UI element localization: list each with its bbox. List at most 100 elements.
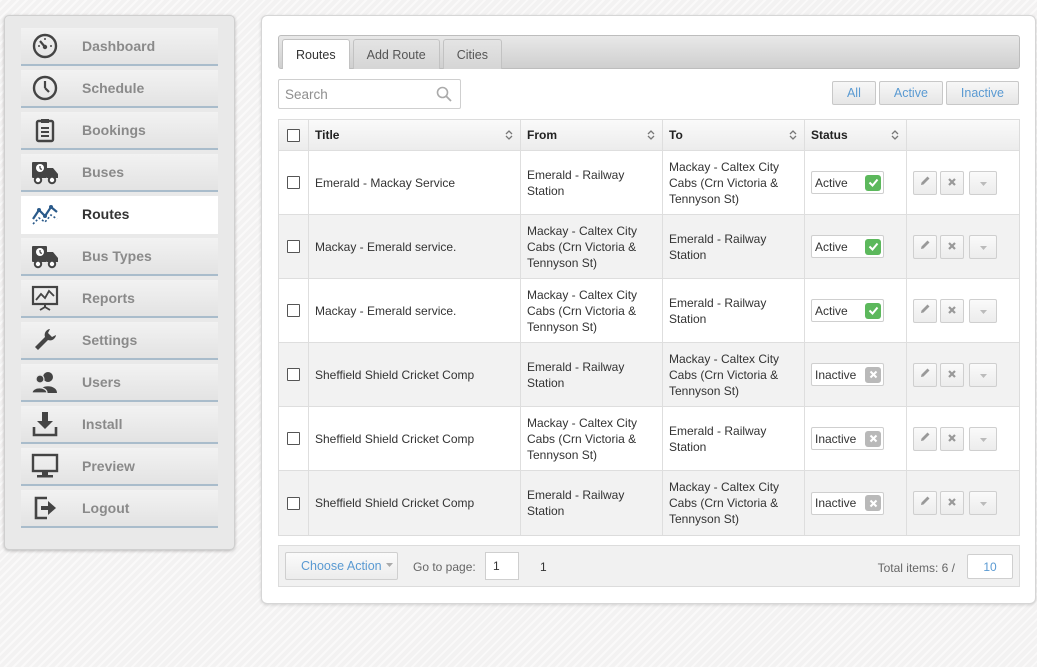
delete-button[interactable] bbox=[940, 170, 964, 195]
table-row: Emerald - Mackay Service Emerald - Railwa… bbox=[279, 151, 1019, 215]
page-link[interactable]: 1 bbox=[540, 560, 547, 574]
from-cell: Emerald - Railway Station bbox=[521, 151, 663, 214]
close-icon bbox=[865, 430, 881, 447]
row-select-cell bbox=[279, 151, 309, 214]
from-cell: Emerald - Railway Station bbox=[521, 471, 663, 535]
row-menu-button[interactable] bbox=[969, 170, 997, 195]
status-toggle[interactable]: Inactive bbox=[811, 427, 884, 450]
sidebar-item-logout[interactable]: Logout bbox=[21, 490, 218, 528]
search-icon[interactable] bbox=[436, 86, 452, 105]
delete-button[interactable] bbox=[940, 362, 964, 387]
delete-button[interactable] bbox=[940, 298, 964, 323]
delete-button[interactable] bbox=[940, 426, 964, 451]
pencil-icon bbox=[919, 175, 931, 191]
tab-cities[interactable]: Cities bbox=[442, 39, 502, 69]
column-header-title[interactable]: Title bbox=[309, 120, 521, 150]
edit-button[interactable] bbox=[913, 362, 937, 387]
actions-cell bbox=[907, 471, 1019, 535]
delete-button[interactable] bbox=[940, 234, 964, 259]
route-from: Mackay - Caltex City Cabs (Crn Victoria … bbox=[527, 415, 638, 462]
row-checkbox[interactable] bbox=[287, 176, 300, 189]
sidebar-item-routes[interactable]: Routes bbox=[21, 196, 218, 234]
title-cell: Sheffield Shield Cricket Comp bbox=[309, 407, 521, 470]
status-toggle[interactable]: Active bbox=[811, 299, 884, 322]
sidebar-item-label: Preview bbox=[82, 458, 135, 474]
choose-action-button[interactable]: Choose Action bbox=[285, 552, 398, 580]
sidebar-item-settings[interactable]: Settings bbox=[21, 322, 218, 360]
per-page-button[interactable]: 10 bbox=[967, 554, 1013, 579]
caret-down-icon bbox=[979, 367, 987, 383]
row-menu-button[interactable] bbox=[969, 234, 997, 259]
row-select-cell bbox=[279, 343, 309, 406]
sidebar-item-schedule[interactable]: Schedule bbox=[21, 70, 218, 108]
column-header-to[interactable]: To bbox=[663, 120, 805, 150]
status-toggle[interactable]: Active bbox=[811, 171, 884, 194]
filter-active-button[interactable]: Active bbox=[878, 81, 943, 105]
sidebar-item-label: Reports bbox=[82, 290, 135, 306]
search-box bbox=[278, 79, 461, 109]
sidebar-item-buses[interactable]: Buses bbox=[21, 154, 218, 192]
status-toggle[interactable]: Inactive bbox=[811, 491, 884, 515]
sidebar-item-reports[interactable]: Reports bbox=[21, 280, 218, 318]
row-checkbox[interactable] bbox=[287, 496, 300, 510]
sidebar-item-users[interactable]: Users bbox=[21, 364, 218, 402]
caret-down-icon bbox=[979, 175, 987, 191]
sidebar-item-bus-types[interactable]: Bus Types bbox=[21, 238, 218, 276]
sidebar-item-install[interactable]: Install bbox=[21, 406, 218, 444]
status-label: Inactive bbox=[815, 367, 857, 382]
sort-icon[interactable] bbox=[647, 129, 655, 144]
table-body: Emerald - Mackay Service Emerald - Railwa… bbox=[279, 151, 1019, 535]
sort-icon[interactable] bbox=[789, 129, 797, 144]
actions-cell bbox=[907, 407, 1019, 470]
row-checkbox[interactable] bbox=[287, 432, 300, 445]
pencil-icon bbox=[919, 431, 931, 447]
sort-icon[interactable] bbox=[505, 129, 513, 144]
edit-button[interactable] bbox=[913, 426, 937, 451]
to-cell: Mackay - Caltex City Cabs (Crn Victoria … bbox=[663, 151, 805, 214]
sidebar-item-preview[interactable]: Preview bbox=[21, 448, 218, 486]
sidebar-item-bookings[interactable]: Bookings bbox=[21, 112, 218, 150]
row-select-cell bbox=[279, 215, 309, 278]
row-checkbox[interactable] bbox=[287, 368, 300, 381]
actions-cell bbox=[907, 343, 1019, 406]
column-header-from[interactable]: From bbox=[521, 120, 663, 150]
routes-table: Title From To Status Emerald - Mackay Se… bbox=[278, 119, 1020, 536]
table-row: Mackay - Emerald service. Mackay - Caltex… bbox=[279, 215, 1019, 279]
monitor-icon bbox=[31, 452, 59, 480]
table-row: Sheffield Shield Cricket Comp Emerald - R… bbox=[279, 471, 1019, 535]
title-cell: Sheffield Shield Cricket Comp bbox=[309, 343, 521, 406]
status-toggle[interactable]: Inactive bbox=[811, 363, 884, 386]
edit-button[interactable] bbox=[913, 298, 937, 323]
row-menu-button[interactable] bbox=[969, 298, 997, 323]
page-number-input[interactable] bbox=[485, 552, 519, 580]
route-to: Emerald - Railway Station bbox=[669, 295, 767, 326]
sidebar-item-label: Buses bbox=[82, 164, 125, 180]
status-toggle[interactable]: Active bbox=[811, 235, 884, 258]
tab-routes[interactable]: Routes bbox=[282, 39, 350, 69]
route-from: Emerald - Railway Station bbox=[527, 488, 625, 518]
select-all-checkbox[interactable] bbox=[287, 128, 300, 142]
goto-page-label: Go to page: bbox=[413, 560, 476, 574]
row-menu-button[interactable] bbox=[969, 426, 997, 451]
filter-all-button[interactable]: All bbox=[831, 81, 876, 105]
row-menu-button[interactable] bbox=[969, 362, 997, 387]
check-icon bbox=[865, 302, 881, 319]
delete-button[interactable] bbox=[940, 491, 964, 515]
sidebar-item-dashboard[interactable]: Dashboard bbox=[21, 28, 218, 66]
row-menu-button[interactable] bbox=[969, 491, 997, 515]
tab-add-route[interactable]: Add Route bbox=[352, 39, 440, 69]
status-label: Inactive bbox=[815, 496, 857, 510]
edit-button[interactable] bbox=[913, 491, 937, 515]
row-checkbox[interactable] bbox=[287, 240, 300, 253]
column-header-status[interactable]: Status bbox=[805, 120, 907, 150]
from-cell: Mackay - Caltex City Cabs (Crn Victoria … bbox=[521, 279, 663, 342]
edit-button[interactable] bbox=[913, 170, 937, 195]
sort-icon[interactable] bbox=[891, 129, 899, 144]
filter-inactive-button[interactable]: Inactive bbox=[945, 81, 1019, 105]
row-checkbox[interactable] bbox=[287, 304, 300, 317]
edit-button[interactable] bbox=[913, 234, 937, 259]
from-cell: Mackay - Caltex City Cabs (Crn Victoria … bbox=[521, 407, 663, 470]
route-to: Emerald - Railway Station bbox=[669, 231, 767, 262]
search-input[interactable] bbox=[279, 80, 429, 108]
sidebar-item-label: Settings bbox=[82, 332, 138, 348]
